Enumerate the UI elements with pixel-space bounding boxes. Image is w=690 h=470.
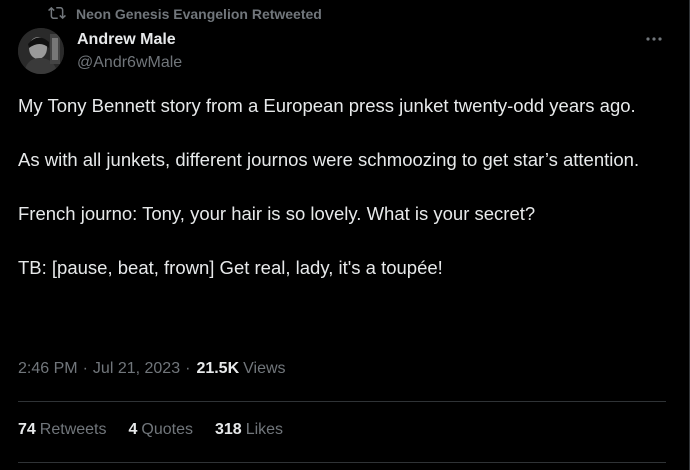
tweet-time[interactable]: 2:46 PM bbox=[18, 360, 78, 378]
likes-count: 318 bbox=[215, 421, 242, 438]
tweet-paragraph: As with all junkets, different journos w… bbox=[18, 149, 640, 170]
tweet-date[interactable]: Jul 21, 2023 bbox=[93, 360, 180, 378]
retweets-label: Retweets bbox=[39, 421, 107, 438]
retweet-icon bbox=[48, 4, 66, 25]
tweet-text: My Tony Bennett story from a European pr… bbox=[18, 92, 658, 308]
views-count: 21.5K bbox=[196, 360, 240, 377]
retweets-count: 74 bbox=[18, 421, 36, 438]
meta-separator: · bbox=[82, 360, 88, 377]
tweet-paragraph: TB: [pause, beat, frown] Get real, lady,… bbox=[18, 257, 443, 278]
tweet-paragraph: French journo: Tony, your hair is so lov… bbox=[18, 203, 536, 224]
author-handle[interactable]: @Andr6wMale bbox=[77, 53, 182, 73]
retweet-text: Neon Genesis Evangelion Retweeted bbox=[76, 6, 322, 22]
tweet-paragraph: My Tony Bennett story from a European pr… bbox=[18, 95, 636, 116]
divider bbox=[18, 462, 666, 463]
retweet-context[interactable]: Neon Genesis Evangelion Retweeted bbox=[48, 4, 322, 24]
quotes-label: Quotes bbox=[141, 421, 193, 438]
retweets-stat[interactable]: 74 Retweets bbox=[18, 421, 107, 439]
author-block: Andrew Male @Andr6wMale bbox=[77, 30, 182, 73]
meta-separator: · bbox=[185, 360, 191, 377]
more-icon[interactable] bbox=[643, 30, 665, 48]
quotes-stat[interactable]: 4 Quotes bbox=[129, 421, 194, 439]
author-name[interactable]: Andrew Male bbox=[77, 30, 182, 50]
likes-label: Likes bbox=[245, 421, 284, 438]
avatar[interactable] bbox=[18, 28, 64, 74]
divider bbox=[18, 401, 666, 402]
engagement-stats: 74 Retweets 4 Quotes 318 Likes bbox=[18, 421, 283, 439]
views-label: Views bbox=[243, 360, 286, 377]
quotes-count: 4 bbox=[128, 421, 138, 438]
tweet-card: Neon Genesis Evangelion Retweeted Andrew… bbox=[0, 0, 690, 470]
tweet-meta: 2:46 PM · Jul 21, 2023 · 21.5K Views bbox=[18, 360, 286, 378]
likes-stat[interactable]: 318 Likes bbox=[215, 421, 283, 439]
